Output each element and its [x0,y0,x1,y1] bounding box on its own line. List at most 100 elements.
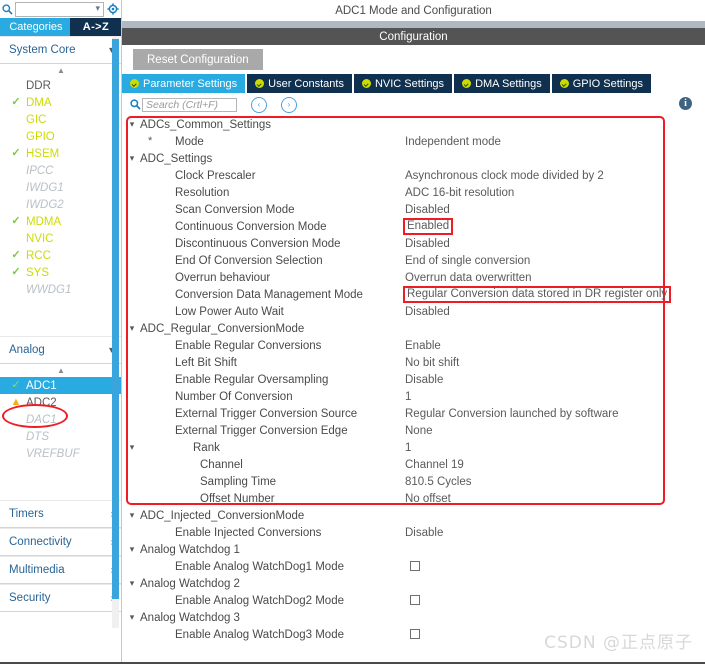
tree-row-value[interactable]: 810.5 Cycles [405,476,471,488]
tree-row-enable-watchdog2-mode[interactable]: Enable Analog WatchDog2 Mode [122,592,705,609]
sidebar-search-combo[interactable]: ▾ [15,1,104,17]
tree-row-value[interactable]: Disable [405,527,443,539]
tab-categories[interactable]: Categories [0,18,70,36]
sidebar-item-gic[interactable]: GIC [0,111,122,128]
tree-row-value[interactable]: ADC 16-bit resolution [405,187,514,199]
tree-row-continuous-conversion-mode[interactable]: Continuous Conversion Mode Enabled [122,218,705,235]
sidebar-group-security[interactable]: Security › [0,584,122,612]
sidebar-item-dac1[interactable]: DAC1 [0,411,122,428]
chevron-down-icon[interactable]: ▾ [126,613,138,622]
tree-row-value[interactable]: Disable [405,374,443,386]
sidebar-item-mdma[interactable]: ✓ MDMA [0,213,122,230]
chevron-down-icon[interactable]: ▾ [126,324,138,333]
tree-row-value[interactable]: Enabled [403,218,454,235]
tree-row-external-trigger-conversion-edge[interactable]: External Trigger Conversion Edge None [122,422,705,439]
tree-group-analog-watchdog-3[interactable]: ▾ Analog Watchdog 3 [122,609,705,626]
chevron-down-icon[interactable]: ▾ [126,120,138,129]
tree-row-value[interactable]: 1 [405,391,411,403]
tree-row-enable-injected-conversions[interactable]: Enable Injected Conversions Disable [122,524,705,541]
sidebar-group-multimedia[interactable]: Multimedia › [0,556,122,584]
tree-row-value[interactable]: Enable [405,340,441,352]
tree-group-adc-settings[interactable]: ▾ ADC_Settings [122,150,705,167]
tree-row-value[interactable]: Asynchronous clock mode divided by 2 [405,170,604,182]
tree-row-value[interactable]: Disabled [405,306,450,318]
sidebar-item-nvic[interactable]: NVIC [0,230,122,247]
chevron-down-icon[interactable]: ▾ [126,545,138,554]
checkbox-watchdog1[interactable] [410,561,420,571]
sidebar-scrollbar[interactable] [112,36,119,628]
tree-row-left-bit-shift[interactable]: Left Bit Shift No bit shift [122,354,705,371]
tree-row-value[interactable]: No bit shift [405,357,459,369]
sidebar-item-sys[interactable]: ✓ SYS [0,264,122,281]
sidebar-item-iwdg2[interactable]: IWDG2 [0,196,122,213]
tree-row-enable-watchdog1-mode[interactable]: Enable Analog WatchDog1 Mode [122,558,705,575]
sidebar-group-connectivity[interactable]: Connectivity › [0,528,122,556]
tree-row-value[interactable]: Independent mode [405,136,501,148]
info-icon[interactable]: i [679,97,692,110]
tree-row-value[interactable]: None [405,425,433,437]
tree-row-sampling-time[interactable]: Sampling Time 810.5 Cycles [122,473,705,490]
tree-group-rank[interactable]: ▾ Rank 1 [122,439,705,456]
tree-group-analog-watchdog-2[interactable]: ▾ Analog Watchdog 2 [122,575,705,592]
checkbox-watchdog3[interactable] [410,629,420,639]
tree-row-discontinuous-conversion-mode[interactable]: Discontinuous Conversion Mode Disabled [122,235,705,252]
chevron-down-icon[interactable]: ▾ [126,154,138,163]
sidebar-item-adc2[interactable]: ▲ ADC2 [0,394,122,411]
sidebar-item-gpio[interactable]: GPIO [0,128,122,145]
tree-row-number-of-conversion[interactable]: Number Of Conversion 1 [122,388,705,405]
sidebar-item-vrefbuf[interactable]: VREFBUF [0,445,122,462]
sidebar-item-dma[interactable]: ✓ DMA [0,94,122,111]
tree-row-value[interactable]: Channel 19 [405,459,464,471]
nav-next-button[interactable]: › [281,96,297,113]
tree-row-value[interactable]: End of single conversion [405,255,530,267]
tab-a-to-z[interactable]: A->Z [69,18,122,36]
tree-row-enable-regular-conversions[interactable]: Enable Regular Conversions Enable [122,337,705,354]
tree-row-overrun-behaviour[interactable]: Overrun behaviour Overrun data overwritt… [122,269,705,286]
tree-row-mode[interactable]: * Mode Independent mode [122,133,705,150]
chevron-down-icon[interactable]: ▾ [126,579,138,588]
sidebar-group-analog[interactable]: Analog ▾ [0,336,122,364]
sidebar-item-hsem[interactable]: ✓ HSEM [0,145,122,162]
sidebar-item-ddr[interactable]: DDR [0,77,122,94]
sidebar-scrollbar-thumb[interactable] [112,39,119,599]
chevron-down-icon[interactable]: ▾ [126,511,138,520]
tree-row-resolution[interactable]: Resolution ADC 16-bit resolution [122,184,705,201]
scroll-up-indicator[interactable]: ▲ [0,64,122,77]
tree-group-adc-regular-conversionmode[interactable]: ▾ ADC_Regular_ConversionMode [122,320,705,337]
tree-row-value[interactable]: Regular Conversion launched by software [405,408,619,420]
tree-row-value[interactable]: Regular Conversion data stored in DR reg… [403,286,672,303]
sidebar-group-timers[interactable]: Timers › [0,500,122,528]
parameter-search-input[interactable]: Search (Crtl+F) [142,97,237,112]
tree-row-enable-regular-oversampling[interactable]: Enable Regular Oversampling Disable [122,371,705,388]
tree-row-clock-prescaler[interactable]: Clock Prescaler Asynchronous clock mode … [122,167,705,184]
sidebar-item-dts[interactable]: DTS [0,428,122,445]
tree-row-value[interactable]: Overrun data overwritten [405,272,532,284]
tree-row-channel[interactable]: Channel Channel 19 [122,456,705,473]
chevron-down-icon[interactable]: ▾ [126,443,138,452]
tab-dma-settings[interactable]: DMA Settings [454,74,550,93]
sidebar-item-iwdg1[interactable]: IWDG1 [0,179,122,196]
sidebar-item-wwdg1[interactable]: WWDG1 [0,281,122,298]
tree-row-external-trigger-conversion-source[interactable]: External Trigger Conversion Source Regul… [122,405,705,422]
tab-user-constants[interactable]: User Constants [247,74,352,93]
tab-parameter-settings[interactable]: Parameter Settings [122,74,246,93]
tab-nvic-settings[interactable]: NVIC Settings [353,74,453,93]
reset-configuration-button[interactable]: Reset Configuration [133,49,263,70]
sidebar-item-ipcc[interactable]: IPCC [0,162,122,179]
gear-icon[interactable] [106,3,120,15]
tree-row-value[interactable]: No offset [405,493,451,505]
tree-row-conversion-data-management-mode[interactable]: Conversion Data Management Mode Regular … [122,286,705,303]
tree-row-scan-conversion-mode[interactable]: Scan Conversion Mode Disabled [122,201,705,218]
tab-gpio-settings[interactable]: GPIO Settings [551,74,652,93]
checkbox-watchdog2[interactable] [410,595,420,605]
tree-row-end-of-conversion-selection[interactable]: End Of Conversion Selection End of singl… [122,252,705,269]
tree-row-low-power-auto-wait[interactable]: Low Power Auto Wait Disabled [122,303,705,320]
sidebar-item-rcc[interactable]: ✓ RCC [0,247,122,264]
tree-group-adc-injected-conversionmode[interactable]: ▾ ADC_Injected_ConversionMode [122,507,705,524]
tree-row-value[interactable]: Disabled [405,238,450,250]
sidebar-group-system-core[interactable]: System Core ▾ [0,36,122,64]
tree-row-value[interactable]: Disabled [405,204,450,216]
tree-row-value[interactable]: 1 [405,442,411,454]
nav-previous-button[interactable]: ‹ [251,96,267,113]
scroll-up-indicator-analog[interactable]: ▲ [0,364,122,377]
